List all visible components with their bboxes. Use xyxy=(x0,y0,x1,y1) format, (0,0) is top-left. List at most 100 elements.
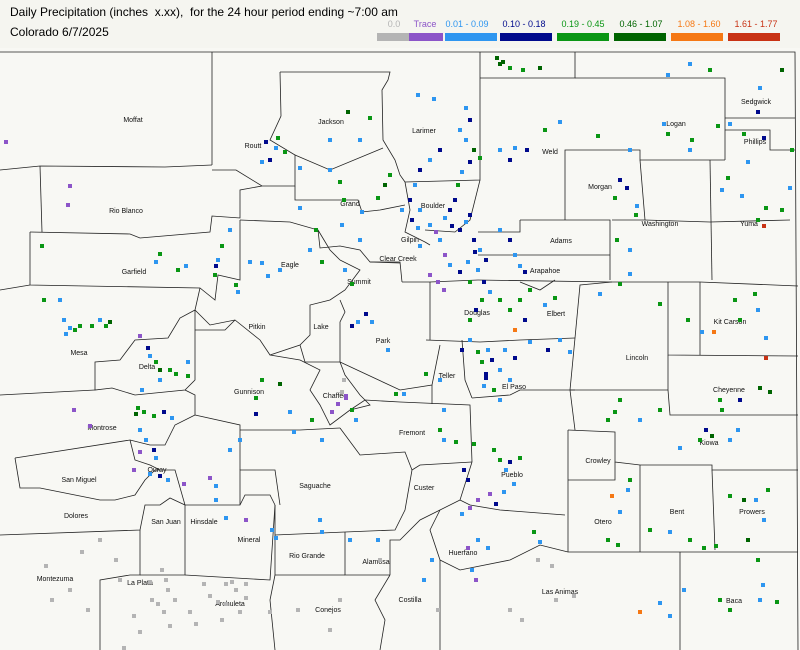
station-marker xyxy=(68,326,72,330)
station-marker xyxy=(416,226,420,230)
station-marker xyxy=(498,298,502,302)
station-marker xyxy=(716,124,720,128)
station-marker xyxy=(376,538,380,542)
station-marker xyxy=(443,216,447,220)
station-marker xyxy=(618,282,622,286)
station-marker xyxy=(228,448,232,452)
station-marker xyxy=(224,602,228,606)
station-marker xyxy=(62,318,66,322)
station-marker xyxy=(508,308,512,312)
station-marker xyxy=(618,510,622,514)
station-marker xyxy=(464,220,468,224)
station-marker xyxy=(42,298,46,302)
station-marker xyxy=(668,614,672,618)
station-marker xyxy=(466,478,470,482)
county-label-washington: Washington xyxy=(642,221,679,228)
station-marker xyxy=(753,292,757,296)
station-marker xyxy=(144,438,148,442)
station-marker xyxy=(762,224,766,228)
station-marker xyxy=(168,624,172,628)
station-marker xyxy=(154,360,158,364)
station-marker xyxy=(758,598,762,602)
station-marker xyxy=(342,378,346,382)
station-marker xyxy=(430,558,434,562)
station-marker xyxy=(668,530,672,534)
station-marker xyxy=(114,558,118,562)
county-label-san-miguel: San Miguel xyxy=(61,477,96,484)
station-marker xyxy=(358,238,362,242)
station-marker xyxy=(758,86,762,90)
county-label-pitkin: Pitkin xyxy=(248,324,265,331)
county-label-clear-creek: Clear Creek xyxy=(379,256,417,263)
station-marker xyxy=(508,608,512,612)
station-marker xyxy=(513,328,517,332)
station-marker xyxy=(182,482,186,486)
station-marker xyxy=(158,368,162,372)
station-marker xyxy=(478,156,482,160)
station-marker xyxy=(228,228,232,232)
station-marker xyxy=(356,320,360,324)
county-label-baca: Baca xyxy=(726,598,742,605)
station-marker xyxy=(521,68,525,72)
station-marker xyxy=(158,474,162,478)
station-marker xyxy=(340,390,344,394)
county-label-mesa: Mesa xyxy=(70,350,87,357)
station-marker xyxy=(162,410,166,414)
station-marker xyxy=(468,338,472,342)
station-marker xyxy=(498,368,502,372)
station-marker xyxy=(378,558,382,562)
station-marker xyxy=(148,354,152,358)
station-marker xyxy=(775,600,779,604)
station-marker xyxy=(492,448,496,452)
station-marker xyxy=(80,550,84,554)
station-marker xyxy=(546,348,550,352)
station-marker xyxy=(146,346,150,350)
station-marker xyxy=(254,396,258,400)
station-marker xyxy=(318,518,322,522)
station-marker xyxy=(216,258,220,262)
station-marker xyxy=(484,376,488,380)
station-marker xyxy=(213,273,217,277)
station-marker xyxy=(700,330,704,334)
station-marker xyxy=(208,594,212,598)
station-marker xyxy=(238,438,242,442)
legend-label-6: 1.08 - 1.60 xyxy=(677,19,721,29)
station-marker xyxy=(738,398,742,402)
county-label-moffat: Moffat xyxy=(123,117,142,124)
station-marker xyxy=(678,446,682,450)
station-marker xyxy=(523,270,527,274)
station-marker xyxy=(320,530,324,534)
station-marker xyxy=(468,118,472,122)
station-marker xyxy=(438,238,442,242)
station-marker xyxy=(498,148,502,152)
station-marker xyxy=(780,208,784,212)
station-marker xyxy=(762,136,766,140)
station-marker xyxy=(486,546,490,550)
station-marker xyxy=(152,414,156,418)
station-marker xyxy=(402,392,406,396)
county-label-mineral: Mineral xyxy=(238,537,261,544)
station-marker xyxy=(488,290,492,294)
station-marker xyxy=(234,588,238,592)
station-marker xyxy=(344,394,348,398)
station-marker xyxy=(410,218,414,222)
legend-swatch-2 xyxy=(445,33,497,41)
station-marker xyxy=(188,610,192,614)
station-marker xyxy=(746,538,750,542)
station-marker xyxy=(98,318,102,322)
station-marker xyxy=(740,194,744,198)
station-marker xyxy=(638,418,642,422)
station-marker xyxy=(628,272,632,276)
station-marker xyxy=(432,97,436,101)
station-marker xyxy=(462,468,466,472)
station-marker xyxy=(466,260,470,264)
legend-swatch-4 xyxy=(557,33,609,41)
station-marker xyxy=(626,488,630,492)
station-marker xyxy=(176,268,180,272)
station-marker xyxy=(468,160,472,164)
station-marker xyxy=(138,630,142,634)
county-label-otero: Otero xyxy=(594,519,612,526)
station-marker xyxy=(416,93,420,97)
station-marker xyxy=(132,468,136,472)
station-marker xyxy=(328,168,332,172)
